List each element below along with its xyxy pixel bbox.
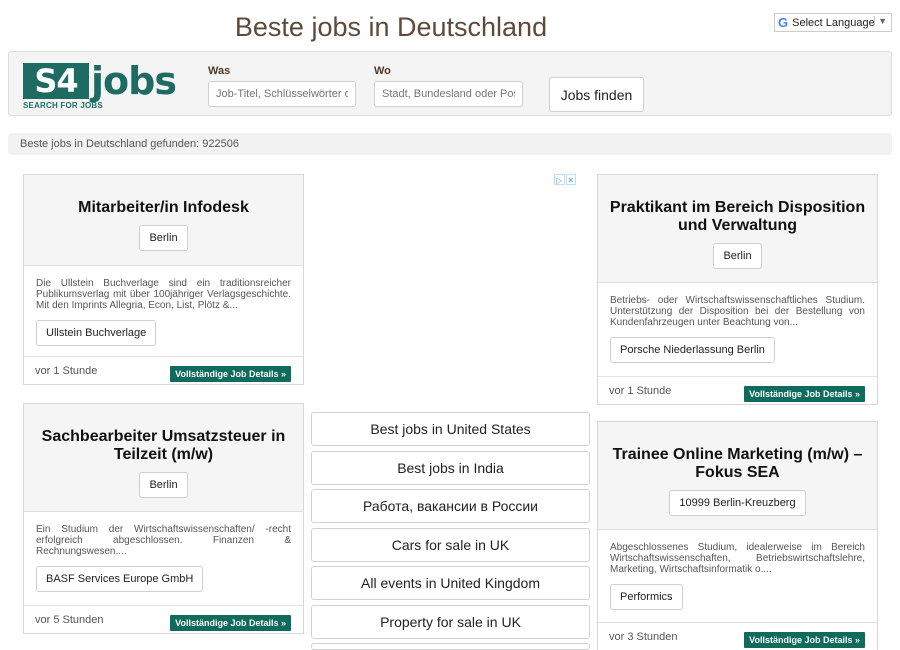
link-button[interactable]: Property for sale in UK xyxy=(311,605,590,639)
job-details-button[interactable]: Vollständige Job Details » xyxy=(170,615,291,631)
results-count: Beste jobs in Deutschland gefunden: 9225… xyxy=(8,133,892,155)
language-label: Select Language xyxy=(792,16,875,29)
dropdown-arrow-icon: ▼ xyxy=(874,16,887,26)
job-card: Mitarbeiter/in Infodesk Berlin Die Ullst… xyxy=(23,174,304,385)
link-button-partial[interactable] xyxy=(311,643,590,650)
job-title[interactable]: Mitarbeiter/in Infodesk xyxy=(24,199,303,217)
s4jobs-logo[interactable]: S4 jobs SEARCH FOR JOBS xyxy=(23,59,179,111)
google-icon: G xyxy=(778,15,789,30)
logo-wordmark: jobs xyxy=(91,59,177,103)
what-label: Was xyxy=(208,65,231,77)
job-title[interactable]: Trainee Online Marketing (m/w) – Fokus S… xyxy=(598,446,877,482)
logo-tagline: SEARCH FOR JOBS xyxy=(23,101,103,110)
link-button[interactable]: All events in United Kingdom xyxy=(311,566,590,600)
job-card: Praktikant im Bereich Disposition und Ve… xyxy=(597,174,878,405)
job-title[interactable]: Praktikant im Bereich Disposition und Ve… xyxy=(598,199,877,235)
link-button[interactable]: Работа, вакансии в России xyxy=(311,489,590,523)
job-posted-time: vor 1 Stunde xyxy=(609,385,672,397)
where-input[interactable] xyxy=(374,81,523,107)
job-company[interactable]: Porsche Niederlassung Berlin xyxy=(610,337,775,363)
job-details-button[interactable]: Vollständige Job Details » xyxy=(744,632,865,648)
job-description: Die Ullstein Buchverlage sind ein tradit… xyxy=(36,278,291,311)
job-location[interactable]: Berlin xyxy=(139,225,188,251)
what-input[interactable] xyxy=(208,81,356,107)
link-button[interactable]: Best jobs in United States xyxy=(311,412,590,446)
job-details-button[interactable]: Vollständige Job Details » xyxy=(744,386,865,402)
ad-info-icon[interactable]: ▷ xyxy=(554,174,565,185)
logo-mark: S4 xyxy=(23,63,89,99)
language-selector[interactable]: G Select Language ▼ xyxy=(774,13,892,32)
page-title: Beste jobs in Deutschland xyxy=(234,12,548,42)
job-location[interactable]: 10999 Berlin-Kreuzberg xyxy=(669,490,806,516)
job-description: Abgeschlossenes Studium, idealerweise im… xyxy=(610,542,865,575)
job-company[interactable]: Performics xyxy=(610,584,683,610)
job-posted-time: vor 5 Stunden xyxy=(35,614,104,626)
job-description: Ein Studium der Wirtschaftswissenschafte… xyxy=(36,524,291,557)
ad-controls: ▷ ✕ xyxy=(554,174,577,185)
job-posted-time: vor 1 Stunde xyxy=(35,365,98,377)
link-button[interactable]: Best jobs in India xyxy=(311,451,590,485)
job-description: Betriebs- oder Wirtschaftswissenschaftli… xyxy=(610,295,865,328)
job-company[interactable]: BASF Services Europe GmbH xyxy=(36,566,204,592)
job-card: Sachbearbeiter Umsatzsteuer in Teilzeit … xyxy=(23,403,304,634)
link-button[interactable]: Cars for sale in UK xyxy=(311,528,590,562)
search-panel: S4 jobs SEARCH FOR JOBS Was Wo Jobs find… xyxy=(8,51,892,116)
job-title[interactable]: Sachbearbeiter Umsatzsteuer in Teilzeit … xyxy=(24,428,303,464)
job-posted-time: vor 3 Stunden xyxy=(609,631,678,643)
ad-close-icon[interactable]: ✕ xyxy=(565,174,576,185)
job-details-button[interactable]: Vollständige Job Details » xyxy=(170,366,291,382)
job-location[interactable]: Berlin xyxy=(139,472,188,498)
job-card: Trainee Online Marketing (m/w) – Fokus S… xyxy=(597,421,878,650)
find-jobs-button[interactable]: Jobs finden xyxy=(549,77,644,112)
job-location[interactable]: Berlin xyxy=(713,243,762,269)
where-label: Wo xyxy=(374,65,391,77)
job-company[interactable]: Ullstein Buchverlage xyxy=(36,320,157,346)
